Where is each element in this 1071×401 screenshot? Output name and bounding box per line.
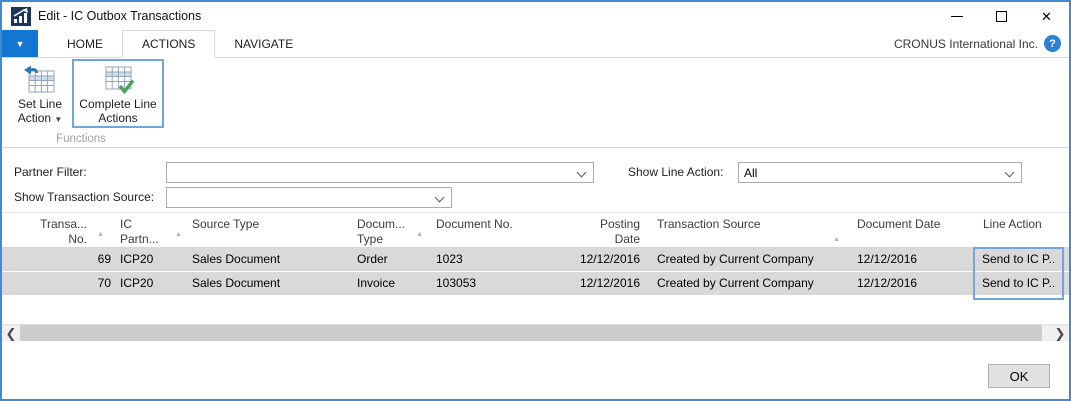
maximize-button[interactable] [979, 2, 1024, 30]
footer: OK [2, 341, 1069, 399]
scroll-right-icon[interactable]: ❯ [1051, 325, 1069, 341]
column-header-transaction-no[interactable]: Transa... No. ▲ [2, 213, 117, 247]
cell-ic-partner[interactable]: ICP20 [117, 272, 190, 295]
horizontal-scrollbar[interactable]: ❮ ❯ [2, 324, 1069, 341]
cell-ic-partner[interactable]: ICP20 [117, 248, 190, 271]
column-header-document-type[interactable]: Docum... Type ▲ [352, 213, 435, 247]
show-transaction-source-label: Show Transaction Source: [14, 190, 154, 204]
chevron-down-icon [1005, 168, 1015, 178]
close-icon: ✕ [1041, 10, 1052, 23]
application-menu-button[interactable]: ▼ [2, 30, 38, 57]
maximize-icon [996, 11, 1007, 22]
cell-document-type[interactable]: Order [352, 248, 435, 271]
column-header-ic-partner[interactable]: IC Partn... ▲ [117, 213, 190, 247]
cell-posting-date[interactable]: 12/12/2016 [572, 272, 650, 295]
complete-line-actions-button[interactable]: Complete Line Actions [72, 59, 164, 128]
chevron-down-icon [577, 168, 587, 178]
cell-source-type[interactable]: Sales Document [190, 272, 352, 295]
column-header-source-type[interactable]: Source Type [190, 213, 352, 247]
dropdown-caret-icon: ▼ [54, 115, 62, 124]
show-transaction-source-combobox[interactable] [166, 187, 452, 208]
window-title: Edit - IC Outbox Transactions [38, 9, 201, 23]
sort-ascending-icon: ▲ [833, 232, 840, 247]
cell-source-type[interactable]: Sales Document [190, 248, 352, 271]
cell-transaction-source[interactable]: Created by Current Company [650, 272, 850, 295]
sort-ascending-icon: ▲ [175, 227, 182, 242]
filter-bar: Partner Filter: Show Line Action: All Sh… [2, 148, 1069, 212]
close-button[interactable]: ✕ [1024, 2, 1069, 30]
scrollbar-thumb[interactable] [20, 325, 1042, 341]
minimize-button[interactable] [934, 2, 979, 30]
ic-outbox-transactions-window: Edit - IC Outbox Transactions ✕ ▼ HOME A… [0, 0, 1071, 401]
cell-transaction-no[interactable]: 69 [2, 248, 117, 271]
table-row[interactable]: 70 ICP20 Sales Document Invoice 103053 1… [2, 272, 1069, 295]
app-menu-caret-icon: ▼ [16, 39, 25, 49]
column-header-document-date[interactable]: Document Date [850, 213, 977, 247]
column-header-transaction-source[interactable]: Transaction Source ▲ [650, 213, 850, 247]
cell-line-action[interactable]: Send to IC P.. [977, 272, 1069, 295]
cell-document-type[interactable]: Invoice [352, 272, 435, 295]
minimize-icon [951, 16, 963, 17]
cell-line-action[interactable]: Send to IC P.. [977, 248, 1069, 271]
set-line-action-label: Set Line Action ▼ [11, 97, 69, 127]
cell-transaction-no[interactable]: 70 [2, 272, 117, 295]
cell-document-no[interactable]: 103053 [435, 272, 572, 295]
cell-document-no[interactable]: 1023 [435, 248, 572, 271]
complete-line-actions-grid-icon [100, 64, 136, 96]
ribbon-group-functions: Set Line Action ▼ Complete Line Actions [2, 58, 162, 147]
ribbon: Set Line Action ▼ Complete Line Actions [2, 58, 1069, 148]
cell-document-date[interactable]: 12/12/2016 [850, 248, 977, 271]
sort-ascending-icon: ▲ [416, 227, 423, 242]
column-header-line-action[interactable]: Line Action [977, 213, 1069, 247]
set-line-action-button[interactable]: Set Line Action ▼ [8, 59, 72, 130]
chevron-down-icon [435, 193, 445, 203]
partner-filter-combobox[interactable] [166, 162, 594, 183]
ribbon-tab-row: ▼ HOME ACTIONS NAVIGATE CRONUS Internati… [2, 30, 1069, 58]
title-bar: Edit - IC Outbox Transactions ✕ [2, 2, 1069, 30]
grid-header-row: Transa... No. ▲ IC Partn... ▲ Source Typ… [2, 213, 1069, 248]
ribbon-group-label: Functions [2, 133, 160, 145]
column-header-document-no[interactable]: Document No. [435, 213, 572, 247]
cell-posting-date[interactable]: 12/12/2016 [572, 248, 650, 271]
partner-filter-label: Partner Filter: [14, 165, 87, 179]
tab-navigate[interactable]: NAVIGATE [215, 30, 312, 57]
table-row[interactable]: 69 ICP20 Sales Document Order 1023 12/12… [2, 248, 1069, 271]
column-header-posting-date[interactable]: Posting Date [572, 213, 650, 247]
show-line-action-combobox[interactable]: All [738, 162, 1022, 183]
ok-button[interactable]: OK [988, 364, 1050, 388]
cell-transaction-source[interactable]: Created by Current Company [650, 248, 850, 271]
help-icon[interactable]: ? [1044, 35, 1061, 52]
complete-line-actions-label: Complete Line Actions [75, 97, 161, 125]
chart-app-icon [11, 7, 31, 26]
scroll-left-icon[interactable]: ❮ [2, 325, 20, 341]
show-line-action-label: Show Line Action: [628, 165, 723, 179]
transactions-grid: Transa... No. ▲ IC Partn... ▲ Source Typ… [2, 212, 1069, 341]
show-line-action-value: All [744, 166, 757, 180]
tab-home[interactable]: HOME [48, 30, 122, 57]
company-name: CRONUS International Inc. [894, 37, 1038, 51]
sort-ascending-icon: ▲ [97, 227, 104, 242]
set-line-action-grid-icon [22, 64, 58, 96]
tab-actions[interactable]: ACTIONS [122, 30, 215, 58]
cell-document-date[interactable]: 12/12/2016 [850, 272, 977, 295]
